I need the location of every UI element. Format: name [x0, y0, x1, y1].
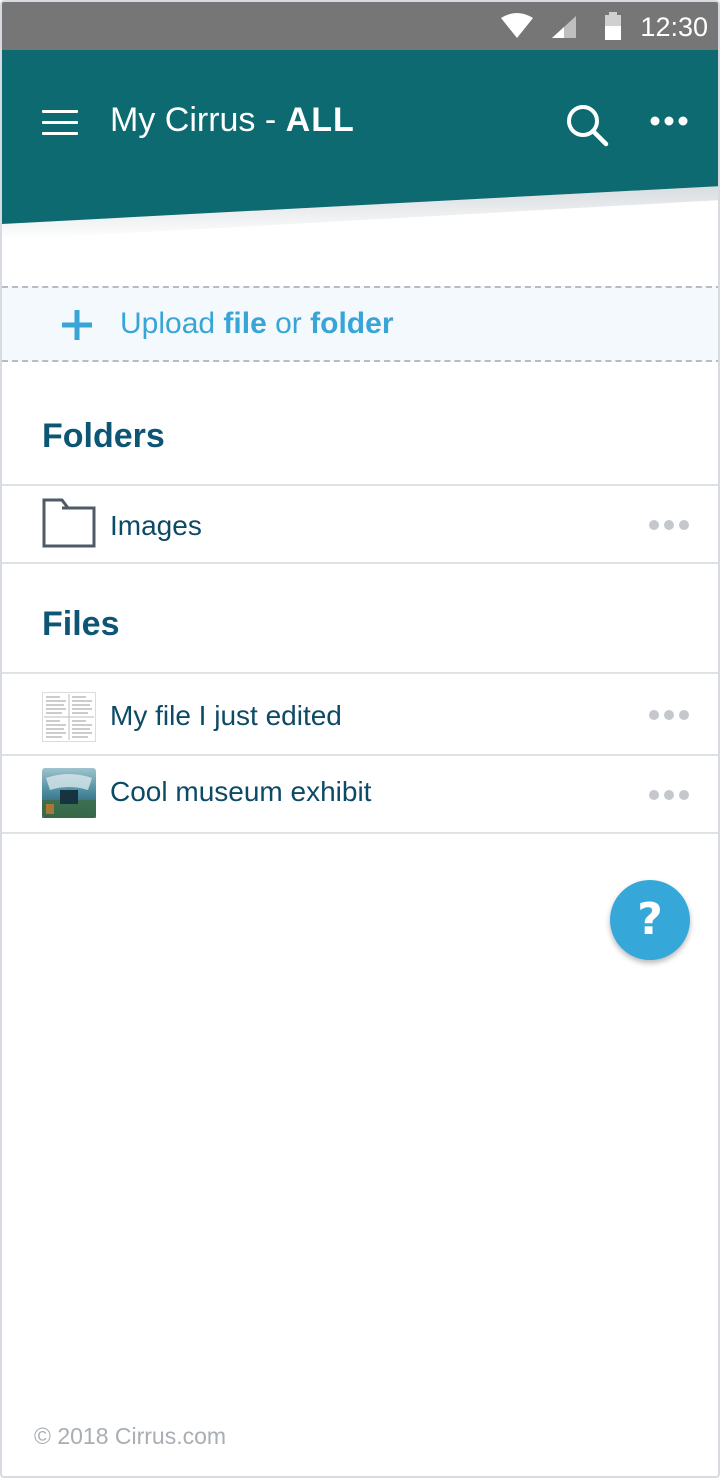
app-screen: 12:30 My Cirrus - ALL Upload file or fol…: [0, 0, 720, 1478]
files-heading: Files: [42, 605, 120, 643]
upload-label: Upload file or folder: [120, 304, 394, 344]
divider: [2, 562, 718, 564]
more-options-icon[interactable]: [648, 788, 690, 802]
file-name: Cool museum exhibit: [110, 776, 372, 807]
app-bar: My Cirrus - ALL: [2, 50, 718, 240]
search-icon[interactable]: [564, 102, 610, 148]
footer-copyright: © 2018 Cirrus.com: [34, 1423, 227, 1449]
file-row[interactable]: Cool museum exhibit: [2, 756, 718, 832]
title-scope[interactable]: ALL: [286, 101, 355, 139]
folder-icon: [42, 498, 96, 548]
more-icon[interactable]: [648, 112, 690, 130]
file-row[interactable]: My file I just edited: [2, 674, 718, 754]
battery-icon: [605, 12, 621, 40]
help-button[interactable]: ?: [610, 880, 690, 960]
folder-name: Images: [110, 510, 202, 541]
plus-icon: [62, 310, 92, 340]
clock: 12:30: [640, 12, 708, 42]
app-bar-background: [2, 50, 718, 240]
upload-file-link[interactable]: file: [223, 307, 266, 340]
page-title: My Cirrus - ALL: [110, 98, 355, 142]
upload-word: Upload: [120, 307, 216, 340]
divider: [2, 832, 718, 834]
signal-icon: [552, 16, 576, 38]
upload-dropzone[interactable]: Upload file or folder: [2, 286, 718, 362]
status-bar: 12:30: [2, 2, 718, 50]
upload-or: or: [275, 307, 302, 340]
upload-folder-link[interactable]: folder: [310, 307, 393, 340]
menu-icon[interactable]: [42, 110, 78, 136]
more-options-icon[interactable]: [648, 518, 690, 532]
title-prefix: My Cirrus -: [110, 101, 286, 139]
image-thumbnail: [42, 768, 96, 818]
file-name: My file I just edited: [110, 700, 342, 731]
folder-row-images[interactable]: Images: [2, 486, 718, 562]
wifi-icon: [501, 13, 533, 38]
folders-heading: Folders: [42, 417, 165, 455]
document-thumbnail: [42, 692, 96, 742]
more-options-icon[interactable]: [648, 708, 690, 722]
